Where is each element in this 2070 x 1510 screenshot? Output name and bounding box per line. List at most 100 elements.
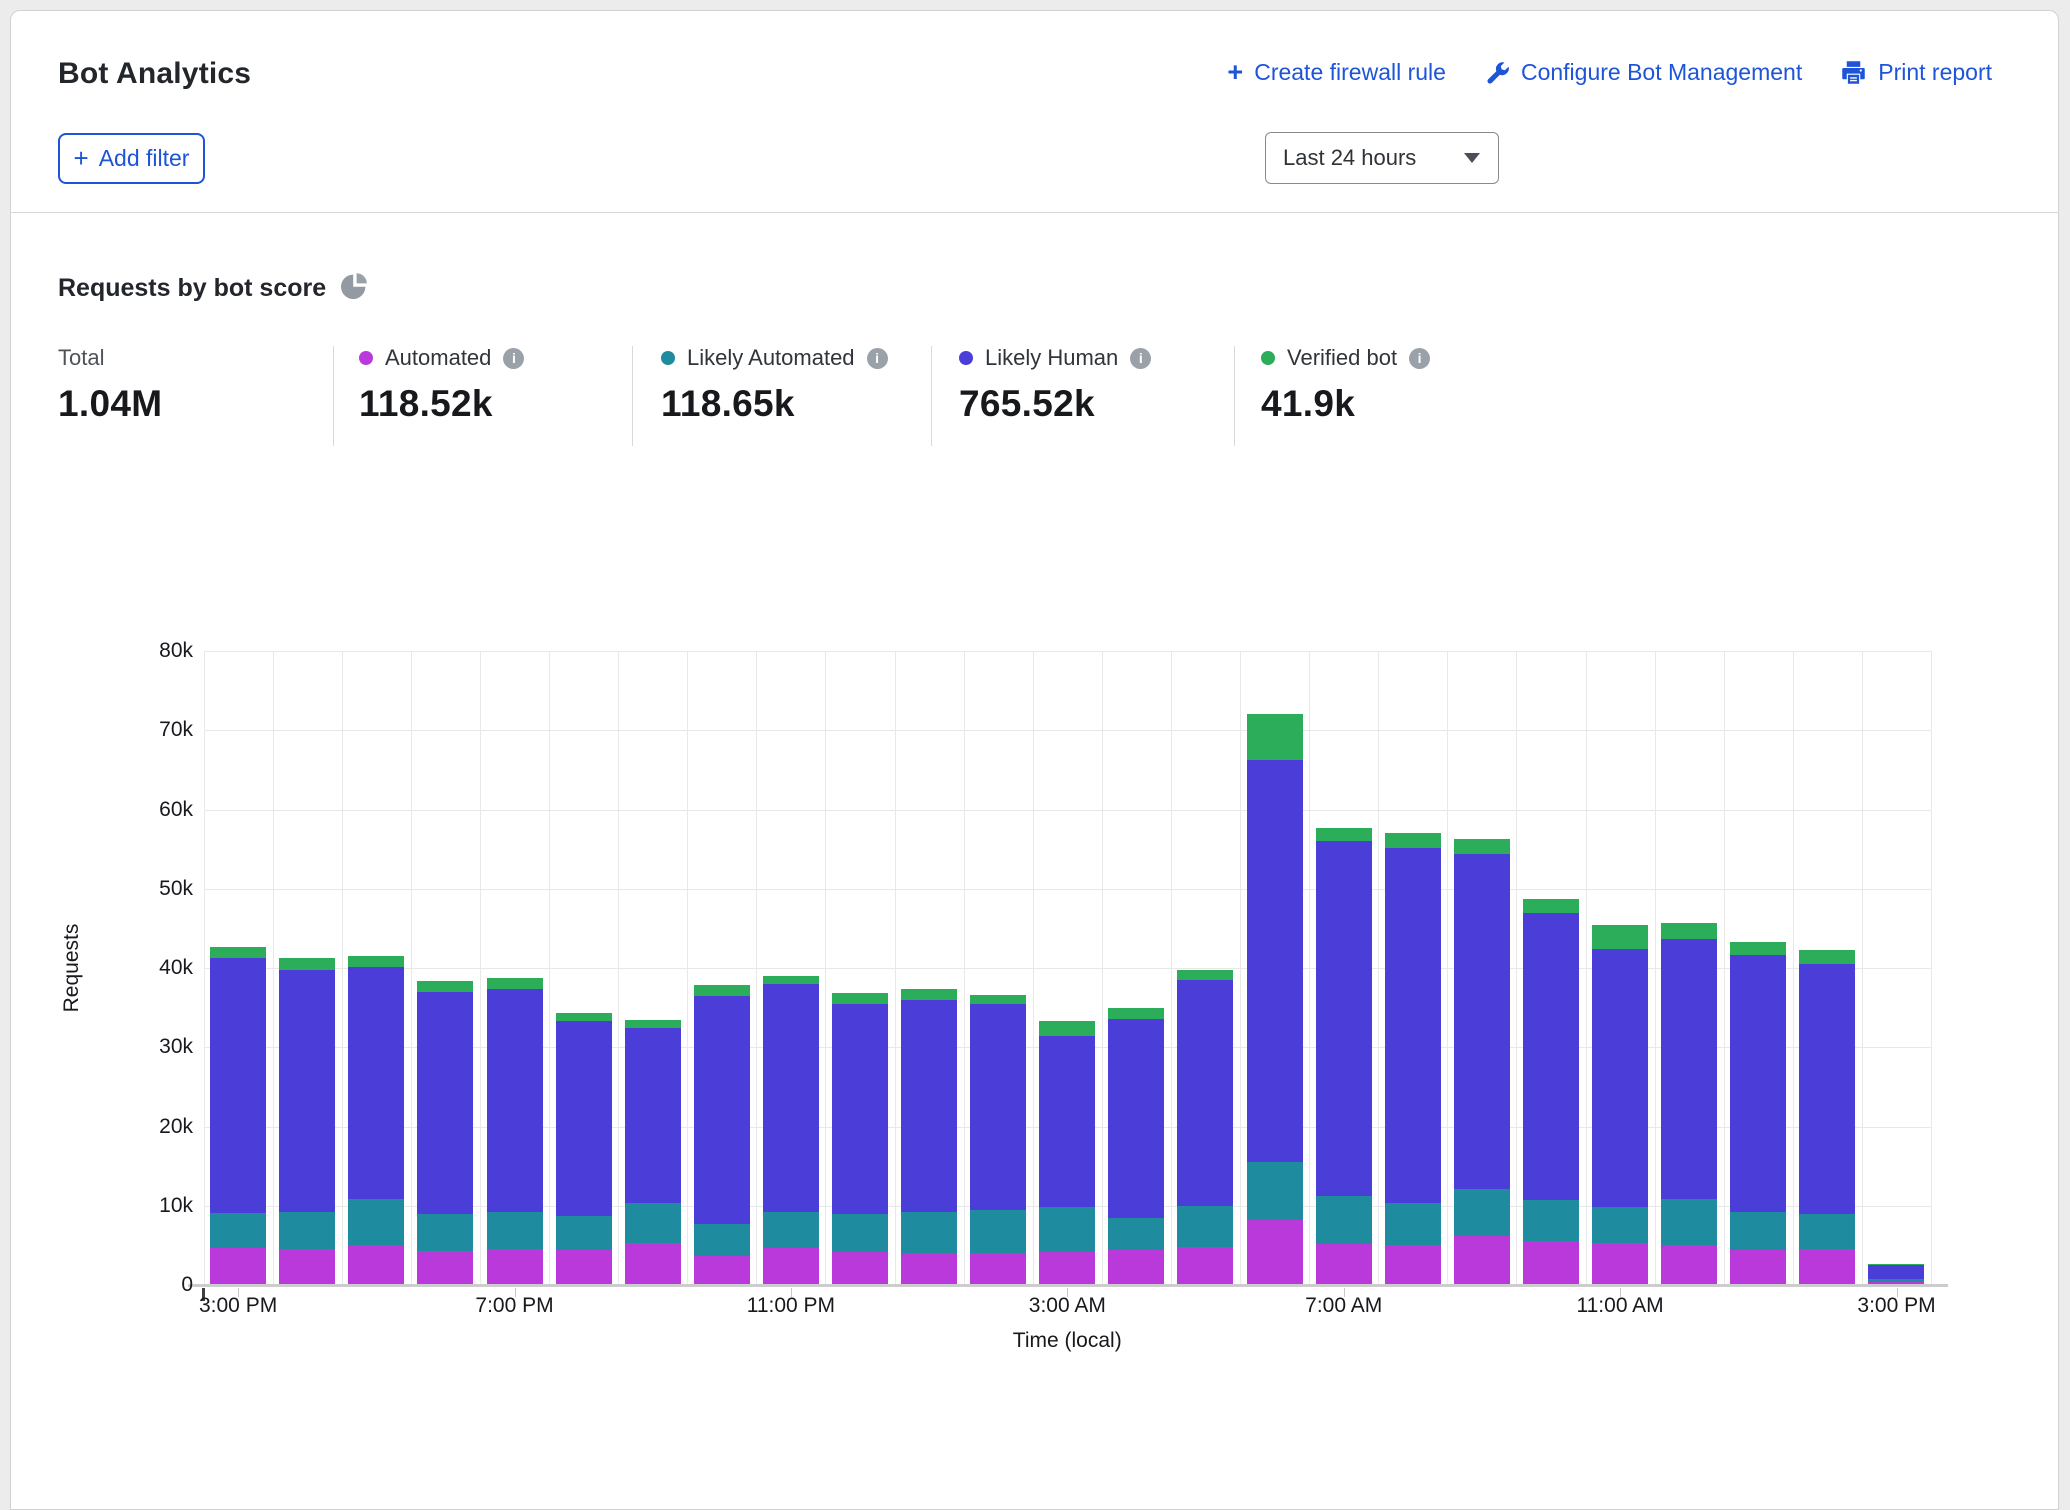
info-icon[interactable]: i	[503, 348, 524, 369]
bar-segment-verified-bot[interactable]	[694, 985, 750, 995]
configure-bot-management-link[interactable]: Configure Bot Management	[1484, 59, 1802, 86]
bar-segment-automated[interactable]	[1868, 1282, 1924, 1285]
bar-segment-likely-human[interactable]	[1523, 913, 1579, 1200]
bar-segment-likely-human[interactable]	[832, 1004, 888, 1213]
bar-segment-verified-bot[interactable]	[1316, 828, 1372, 841]
bar-segment-likely-human[interactable]	[1868, 1265, 1924, 1279]
bar-segment-verified-bot[interactable]	[1385, 833, 1441, 848]
bar-segment-automated[interactable]	[1661, 1245, 1717, 1285]
bar-segment-likely-automated[interactable]	[763, 1212, 819, 1248]
bar-segment-likely-human[interactable]	[1799, 964, 1855, 1214]
bar-segment-automated[interactable]	[901, 1253, 957, 1285]
bar-segment-likely-human[interactable]	[1247, 760, 1303, 1162]
info-icon[interactable]: i	[1409, 348, 1430, 369]
bar-segment-automated[interactable]	[763, 1248, 819, 1285]
bar-segment-likely-human[interactable]	[210, 958, 266, 1213]
time-range-select[interactable]: Last 24 hours	[1265, 132, 1499, 184]
bar-segment-automated[interactable]	[1385, 1245, 1441, 1285]
bar-segment-likely-automated[interactable]	[1108, 1218, 1164, 1250]
bar-segment-likely-automated[interactable]	[348, 1199, 404, 1245]
bar-segment-likely-automated[interactable]	[1316, 1196, 1372, 1244]
bar-segment-verified-bot[interactable]	[1730, 942, 1786, 955]
bar-segment-likely-human[interactable]	[348, 967, 404, 1199]
bar-segment-likely-automated[interactable]	[417, 1214, 473, 1250]
bar-segment-likely-automated[interactable]	[210, 1213, 266, 1248]
bar-segment-automated[interactable]	[1799, 1249, 1855, 1285]
bar-segment-automated[interactable]	[1592, 1243, 1648, 1285]
bar-segment-likely-human[interactable]	[279, 970, 335, 1212]
bar-segment-likely-automated[interactable]	[1385, 1203, 1441, 1246]
bar-segment-verified-bot[interactable]	[1454, 839, 1510, 854]
bar-segment-automated[interactable]	[348, 1245, 404, 1285]
bar-segment-likely-automated[interactable]	[556, 1216, 612, 1250]
bar-segment-likely-human[interactable]	[1385, 848, 1441, 1202]
bar-segment-automated[interactable]	[1454, 1236, 1510, 1285]
bar-segment-likely-automated[interactable]	[901, 1212, 957, 1253]
bar-segment-verified-bot[interactable]	[1661, 923, 1717, 939]
bar-segment-likely-human[interactable]	[901, 1000, 957, 1212]
bar-segment-likely-human[interactable]	[970, 1004, 1026, 1210]
info-icon[interactable]: i	[867, 348, 888, 369]
bar-segment-likely-automated[interactable]	[1868, 1279, 1924, 1281]
bar-segment-automated[interactable]	[487, 1249, 543, 1285]
bar-segment-likely-automated[interactable]	[1661, 1199, 1717, 1245]
info-icon[interactable]: i	[1130, 348, 1151, 369]
bar-segment-automated[interactable]	[417, 1251, 473, 1285]
bar-segment-likely-human[interactable]	[1108, 1019, 1164, 1219]
bar-segment-likely-human[interactable]	[694, 996, 750, 1224]
bar-segment-automated[interactable]	[1177, 1247, 1233, 1285]
bar-segment-verified-bot[interactable]	[487, 978, 543, 989]
bar-segment-likely-automated[interactable]	[970, 1210, 1026, 1254]
bar-segment-likely-automated[interactable]	[1799, 1214, 1855, 1248]
bar-segment-likely-automated[interactable]	[1177, 1206, 1233, 1247]
bar-segment-likely-automated[interactable]	[1592, 1207, 1648, 1243]
bar-segment-likely-automated[interactable]	[694, 1224, 750, 1256]
bar-segment-automated[interactable]	[1039, 1252, 1095, 1285]
bar-segment-automated[interactable]	[1523, 1241, 1579, 1285]
bar-segment-likely-human[interactable]	[417, 992, 473, 1215]
bar-segment-verified-bot[interactable]	[625, 1020, 681, 1029]
add-filter-button[interactable]: + Add filter	[58, 133, 205, 184]
create-firewall-rule-link[interactable]: + Create firewall rule	[1227, 59, 1446, 86]
bar-segment-verified-bot[interactable]	[417, 981, 473, 992]
bar-segment-likely-human[interactable]	[763, 984, 819, 1212]
bar-segment-automated[interactable]	[832, 1252, 888, 1285]
bar-segment-likely-human[interactable]	[1177, 980, 1233, 1206]
bar-segment-likely-human[interactable]	[1661, 939, 1717, 1199]
bar-segment-likely-automated[interactable]	[1454, 1189, 1510, 1236]
bar-segment-likely-human[interactable]	[1730, 955, 1786, 1212]
bar-segment-verified-bot[interactable]	[832, 993, 888, 1004]
bar-segment-verified-bot[interactable]	[1523, 899, 1579, 913]
bar-segment-likely-automated[interactable]	[1039, 1207, 1095, 1251]
bar-segment-likely-automated[interactable]	[279, 1212, 335, 1248]
bar-segment-likely-human[interactable]	[1592, 949, 1648, 1207]
bar-segment-verified-bot[interactable]	[1592, 925, 1648, 949]
bar-segment-likely-automated[interactable]	[1523, 1200, 1579, 1240]
bar-segment-likely-human[interactable]	[1316, 841, 1372, 1196]
bar-segment-automated[interactable]	[556, 1250, 612, 1285]
bar-segment-verified-bot[interactable]	[1177, 970, 1233, 980]
bar-segment-verified-bot[interactable]	[556, 1013, 612, 1021]
bar-segment-likely-human[interactable]	[625, 1028, 681, 1202]
bar-segment-verified-bot[interactable]	[1039, 1021, 1095, 1036]
bar-segment-likely-automated[interactable]	[1730, 1212, 1786, 1250]
bar-segment-verified-bot[interactable]	[1247, 714, 1303, 760]
bar-segment-verified-bot[interactable]	[1108, 1008, 1164, 1018]
bar-segment-likely-automated[interactable]	[625, 1203, 681, 1243]
bar-segment-likely-human[interactable]	[556, 1021, 612, 1216]
bar-segment-verified-bot[interactable]	[348, 956, 404, 967]
bar-segment-automated[interactable]	[694, 1256, 750, 1285]
bar-segment-verified-bot[interactable]	[1799, 950, 1855, 964]
bar-segment-automated[interactable]	[279, 1249, 335, 1285]
bar-segment-likely-automated[interactable]	[832, 1214, 888, 1252]
bar-segment-automated[interactable]	[1316, 1244, 1372, 1285]
bar-segment-likely-automated[interactable]	[1247, 1162, 1303, 1220]
bar-segment-verified-bot[interactable]	[763, 976, 819, 984]
bar-segment-likely-human[interactable]	[487, 989, 543, 1212]
bar-segment-automated[interactable]	[970, 1253, 1026, 1285]
bar-segment-automated[interactable]	[1730, 1250, 1786, 1285]
bar-segment-automated[interactable]	[1247, 1220, 1303, 1285]
bar-segment-verified-bot[interactable]	[210, 947, 266, 957]
print-report-link[interactable]: Print report	[1840, 59, 1992, 86]
bar-segment-likely-human[interactable]	[1039, 1036, 1095, 1207]
